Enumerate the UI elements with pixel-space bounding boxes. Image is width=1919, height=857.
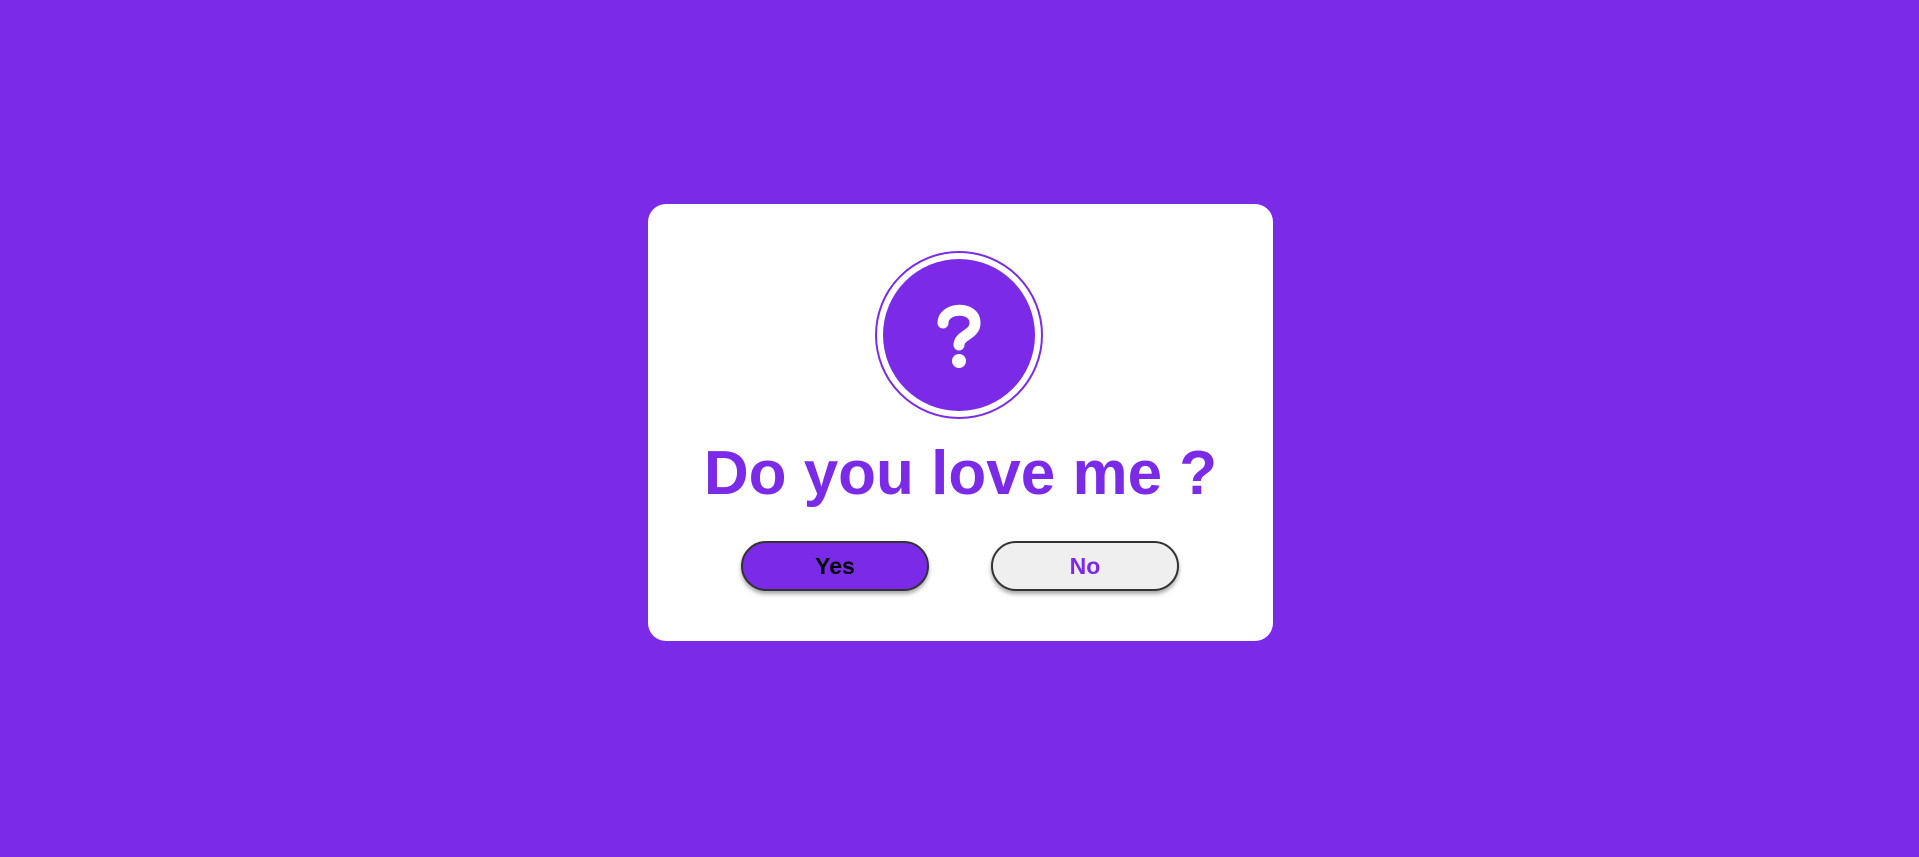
question-mark-glyph — [937, 304, 981, 368]
question-title: Do you love me ? — [703, 439, 1218, 508]
question-icon-ring — [875, 251, 1043, 419]
no-button[interactable]: No — [991, 541, 1179, 591]
yes-button[interactable]: Yes — [741, 541, 929, 591]
question-mark-icon — [883, 259, 1035, 411]
dialog-card: Do you love me ? Yes No — [648, 204, 1273, 641]
